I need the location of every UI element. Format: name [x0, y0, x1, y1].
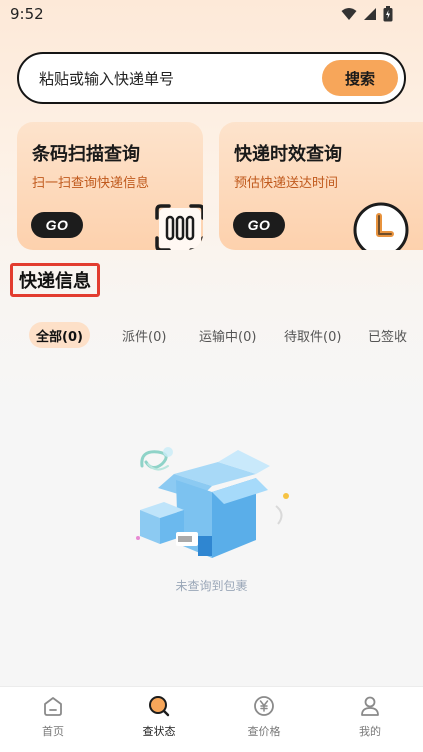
nav-label: 我的	[359, 725, 381, 738]
signal-icon	[364, 8, 376, 20]
nav-label: 查状态	[142, 725, 176, 738]
status-time: 9:52	[10, 5, 44, 23]
nav-item-price[interactable]: 查价格	[224, 695, 304, 747]
barcode-scan-card[interactable]: 条码扫描查询 扫一扫查询快递信息 GO	[17, 122, 203, 250]
yuan-icon	[254, 696, 274, 716]
open-box-icon	[136, 447, 289, 558]
tab-pending-pickup[interactable]: 待取件(0)	[284, 322, 341, 348]
status-icons	[341, 6, 393, 22]
search-bar: 搜索	[17, 52, 406, 104]
wifi-icon	[341, 8, 357, 20]
home-icon	[44, 697, 62, 716]
delivery-time-card[interactable]: 快递时效查询 预估快递送达时间 GO	[219, 122, 423, 250]
nav-label: 查价格	[247, 725, 281, 738]
search-status-icon	[149, 696, 170, 717]
bottom-nav: 首页 查状态 查价格 我的	[0, 686, 423, 752]
nav-item-status[interactable]: 查状态	[119, 695, 199, 747]
nav-item-profile[interactable]: 我的	[330, 695, 410, 747]
profile-icon	[361, 696, 379, 716]
card-subtitle: 扫一扫查询快递信息	[32, 176, 150, 191]
clock-icon	[353, 202, 409, 250]
status-bar: 9:52	[0, 0, 423, 30]
nav-label: 首页	[42, 725, 64, 738]
search-input[interactable]	[39, 67, 309, 91]
tab-all[interactable]: 全部(0)	[29, 322, 90, 348]
status-tabs: 全部(0) 派件(0) 运输中(0) 待取件(0) 已签收	[0, 322, 423, 348]
empty-state-text: 未查询到包裹	[175, 579, 248, 593]
battery-icon	[383, 6, 393, 22]
search-button[interactable]: 搜索	[322, 60, 398, 96]
nav-item-home[interactable]: 首页	[13, 695, 93, 747]
card-title: 条码扫描查询	[32, 144, 140, 165]
tab-dispatch[interactable]: 派件(0)	[122, 322, 166, 348]
go-button[interactable]: GO	[31, 212, 83, 238]
card-title: 快递时效查询	[234, 144, 342, 165]
card-subtitle: 预估快递送达时间	[234, 176, 339, 191]
section-title-express-info: 快递信息	[10, 263, 100, 297]
tab-in-transit[interactable]: 运输中(0)	[199, 322, 256, 348]
barcode-scan-icon	[155, 204, 203, 250]
go-button[interactable]: GO	[233, 212, 285, 238]
tab-signed[interactable]: 已签收	[368, 322, 407, 348]
